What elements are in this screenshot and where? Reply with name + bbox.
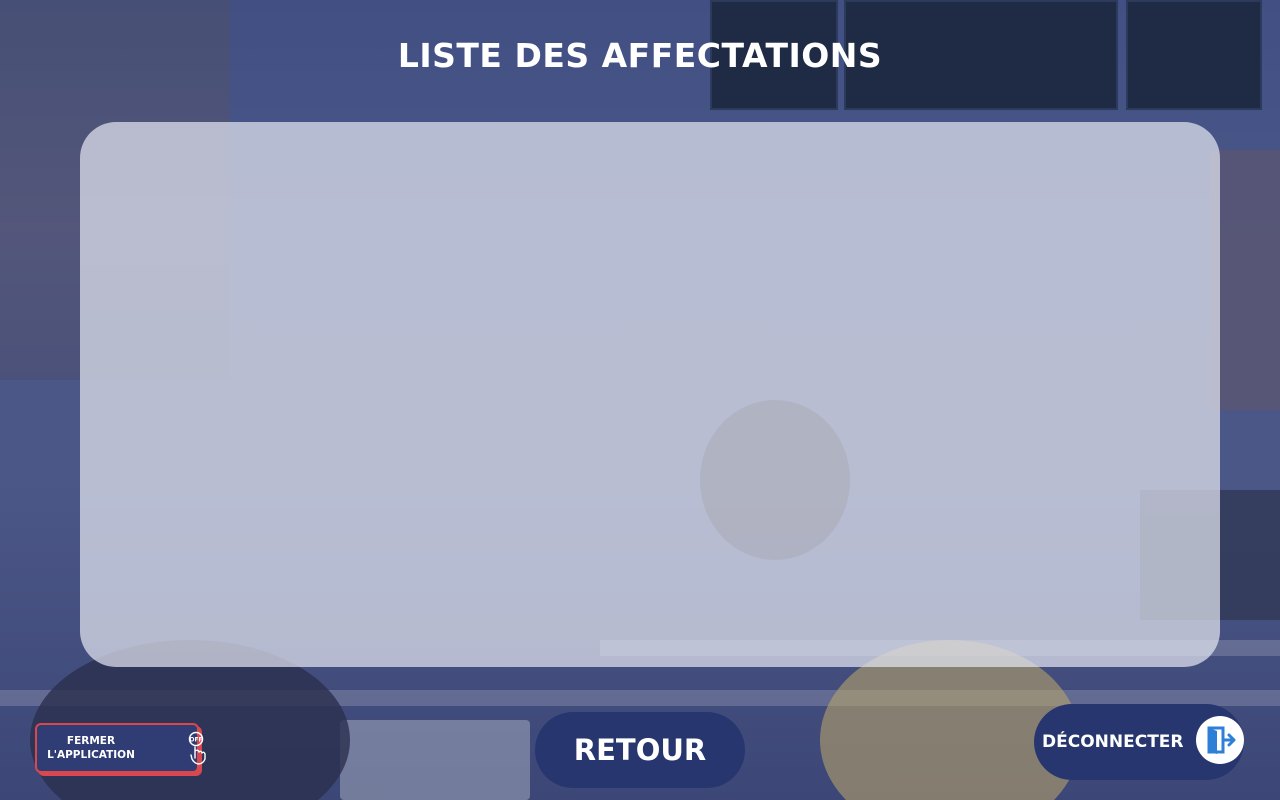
logout-label: DÉCONNECTER [1042,732,1184,752]
background-laptop [340,720,530,800]
close-application-button[interactable]: FERMER L'APPLICATION OFF [35,723,206,773]
back-button[interactable]: RETOUR [535,712,745,788]
touch-off-icon: OFF [187,731,209,765]
logout-button[interactable]: DÉCONNECTER [1034,704,1244,780]
assignments-list-panel [80,122,1220,667]
page-title: LISTE DES AFFECTATIONS [397,36,883,75]
close-application-label: FERMER L'APPLICATION [47,735,135,761]
background-wall [1210,150,1280,410]
exit-door-icon [1196,716,1244,764]
svg-text:OFF: OFF [189,737,202,744]
